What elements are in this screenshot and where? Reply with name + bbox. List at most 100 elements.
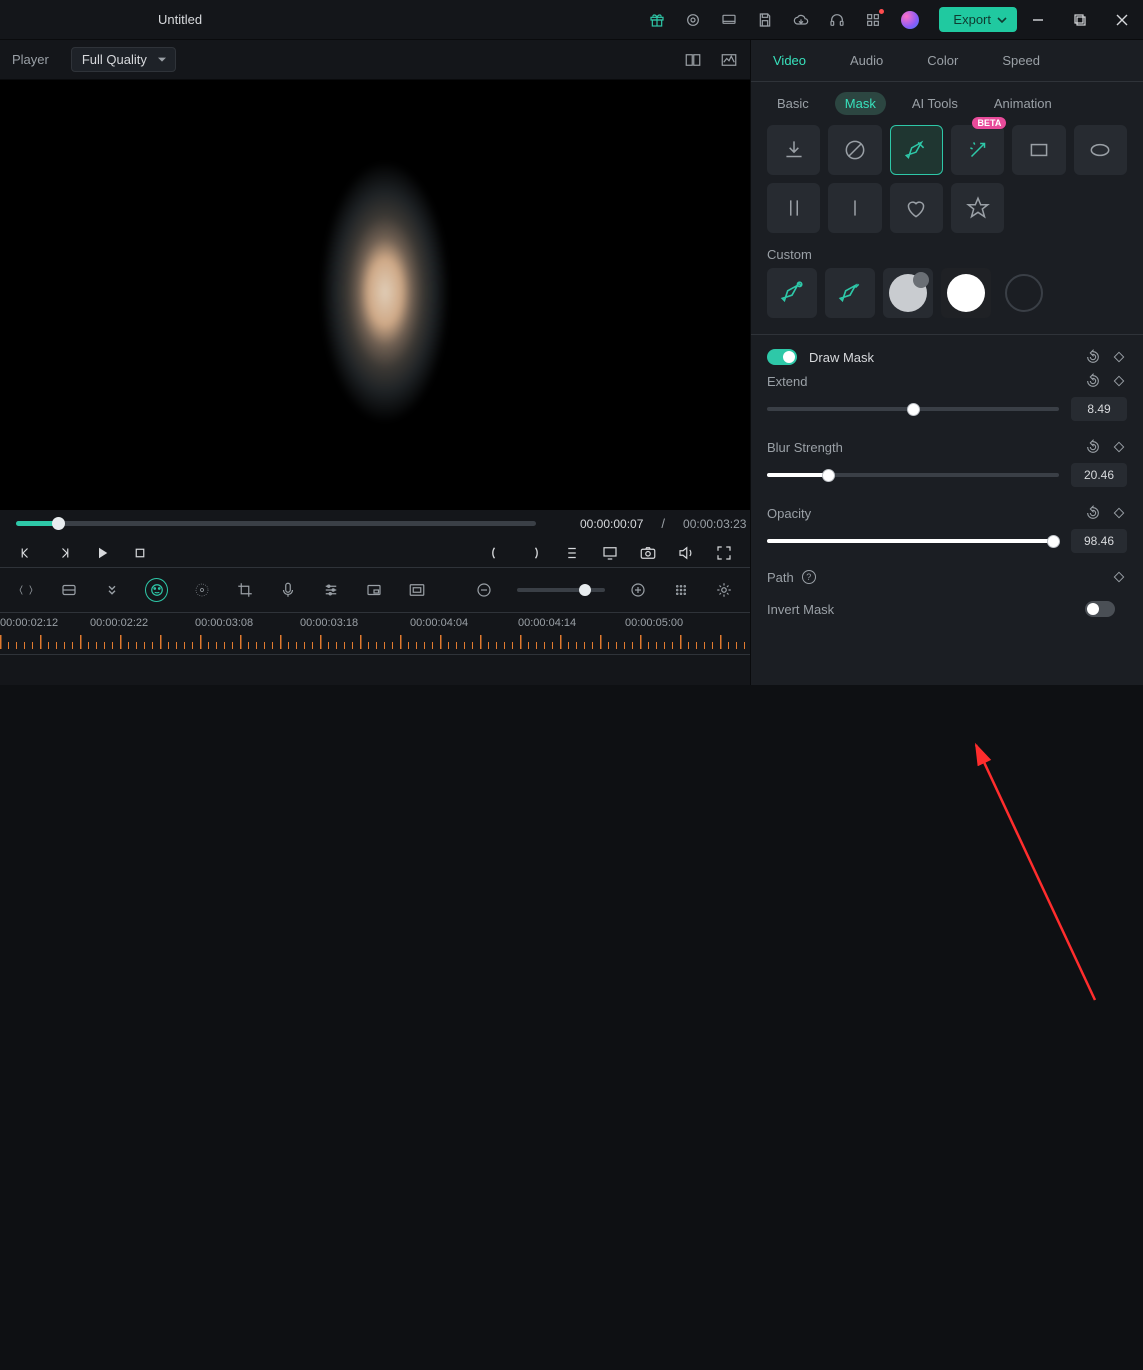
avatar-icon[interactable]	[901, 11, 919, 29]
mask-magic-icon[interactable]: BETA	[951, 125, 1004, 175]
quality-select[interactable]: Full Quality	[71, 47, 176, 72]
mask-import-icon[interactable]	[767, 125, 820, 175]
mark-out-button[interactable]	[524, 543, 544, 563]
fullscreen-button[interactable]	[714, 543, 734, 563]
gift-icon[interactable]	[649, 12, 665, 28]
save-icon[interactable]	[757, 12, 773, 28]
scopes-icon[interactable]	[720, 51, 738, 69]
mask-rectangle-icon[interactable]	[1012, 125, 1065, 175]
invert-mask-label: Invert Mask	[767, 602, 834, 617]
extend-block: Extend 8.49	[751, 365, 1143, 421]
blur-label: Blur Strength	[767, 440, 843, 455]
tab-color[interactable]: Color	[905, 40, 980, 81]
mask-single-line-icon[interactable]	[828, 183, 881, 233]
prev-frame-button[interactable]	[16, 543, 36, 563]
grid-view-icon[interactable]	[672, 580, 691, 600]
subtab-aitools[interactable]: AI Tools	[902, 92, 968, 115]
ruler-label: 00:00:03:18	[300, 617, 358, 629]
play-button[interactable]	[92, 543, 112, 563]
tab-speed[interactable]: Speed	[980, 40, 1062, 81]
mask-star-icon[interactable]	[951, 183, 1004, 233]
ripple-edit-icon[interactable]	[16, 580, 35, 600]
blur-value[interactable]: 20.46	[1071, 463, 1127, 487]
custom-mask-preset-outline[interactable]	[999, 268, 1049, 318]
custom-mask-preset-white[interactable]	[941, 268, 991, 318]
mark-in-button[interactable]	[486, 543, 506, 563]
adjust-icon[interactable]	[321, 580, 340, 600]
help-icon[interactable]: ?	[802, 570, 816, 584]
auto-face-icon[interactable]	[145, 578, 168, 602]
scrub-slider[interactable]	[16, 521, 536, 526]
keyframe-opacity-icon[interactable]	[1111, 505, 1127, 521]
draw-mask-label: Draw Mask	[809, 350, 874, 365]
settings-gear-icon[interactable]	[715, 580, 734, 600]
subtab-animation[interactable]: Animation	[984, 92, 1062, 115]
volume-button[interactable]	[676, 543, 696, 563]
ruler-label: 00:00:03:08	[195, 617, 253, 629]
display-icon[interactable]	[721, 12, 737, 28]
quality-value: Full Quality	[82, 52, 147, 67]
subtab-mask[interactable]: Mask	[835, 92, 886, 115]
marker-list-button[interactable]	[562, 543, 582, 563]
expand-more-icon[interactable]	[102, 580, 121, 600]
zoom-out-button[interactable]	[474, 580, 493, 600]
ruler-label: 00:00:02:22	[90, 617, 148, 629]
display-out-button[interactable]	[600, 543, 620, 563]
compare-view-icon[interactable]	[684, 51, 702, 69]
custom-pen-edit-icon[interactable]	[825, 268, 875, 318]
zoom-in-button[interactable]	[629, 580, 648, 600]
mask-vertical-split-icon[interactable]	[767, 183, 820, 233]
opacity-slider[interactable]	[767, 539, 1059, 543]
stop-button[interactable]	[130, 543, 150, 563]
zoom-slider[interactable]	[517, 588, 605, 592]
reset-draw-mask-icon[interactable]	[1085, 349, 1101, 365]
opacity-label: Opacity	[767, 506, 811, 521]
crop-icon[interactable]	[235, 580, 254, 600]
preview-mask-shape	[310, 160, 460, 490]
custom-mask-preset-gray[interactable]	[883, 268, 933, 318]
tab-audio[interactable]: Audio	[828, 40, 905, 81]
preview-viewport[interactable]	[0, 80, 750, 510]
inspector-panel: Video Audio Color Speed Basic Mask AI To…	[750, 40, 1143, 685]
step-back-button[interactable]	[54, 543, 74, 563]
timeline-ruler[interactable]: 00:00:02:1200:00:02:2200:00:03:0800:00:0…	[0, 613, 750, 655]
draw-mask-toggle[interactable]	[767, 349, 797, 365]
record-icon[interactable]	[685, 12, 701, 28]
inspector-subtabs: Basic Mask AI Tools Animation	[751, 82, 1143, 125]
export-button[interactable]: Export	[939, 7, 1017, 32]
pip-icon[interactable]	[407, 580, 426, 600]
invert-mask-toggle[interactable]	[1085, 601, 1115, 617]
keyframe-draw-mask-icon[interactable]	[1111, 349, 1127, 365]
headphones-icon[interactable]	[829, 12, 845, 28]
mask-pen-icon[interactable]	[890, 125, 943, 175]
playback-bar: 00:00:00:07 / 00:00:03:23	[0, 510, 750, 567]
ruler-label: 00:00:05:00	[625, 617, 683, 629]
mask-none-icon[interactable]	[828, 125, 881, 175]
maximize-button[interactable]	[1073, 13, 1087, 27]
tab-video[interactable]: Video	[751, 40, 828, 81]
keyframe-extend-icon[interactable]	[1111, 373, 1127, 389]
snapshot-button[interactable]	[638, 543, 658, 563]
custom-pen-add-icon[interactable]	[767, 268, 817, 318]
extend-value[interactable]: 8.49	[1071, 397, 1127, 421]
extend-slider[interactable]	[767, 407, 1059, 411]
keyframe-blur-icon[interactable]	[1111, 439, 1127, 455]
close-button[interactable]	[1115, 13, 1129, 27]
subtab-basic[interactable]: Basic	[767, 92, 819, 115]
overlay-icon[interactable]	[364, 580, 383, 600]
blur-slider[interactable]	[767, 473, 1059, 477]
color-wheel-icon[interactable]	[192, 580, 211, 600]
invert-mask-row: Invert Mask	[751, 585, 1143, 617]
timeline-mode-icon[interactable]	[59, 580, 78, 600]
opacity-value[interactable]: 98.46	[1071, 529, 1127, 553]
keyframe-path-icon[interactable]	[1111, 569, 1127, 585]
minimize-button[interactable]	[1031, 13, 1045, 27]
reset-extend-icon[interactable]	[1085, 373, 1101, 389]
mask-heart-icon[interactable]	[890, 183, 943, 233]
cloud-icon[interactable]	[793, 12, 809, 28]
mic-icon[interactable]	[278, 580, 297, 600]
apps-icon[interactable]	[865, 12, 881, 28]
reset-blur-icon[interactable]	[1085, 439, 1101, 455]
reset-opacity-icon[interactable]	[1085, 505, 1101, 521]
mask-ellipse-icon[interactable]	[1074, 125, 1127, 175]
